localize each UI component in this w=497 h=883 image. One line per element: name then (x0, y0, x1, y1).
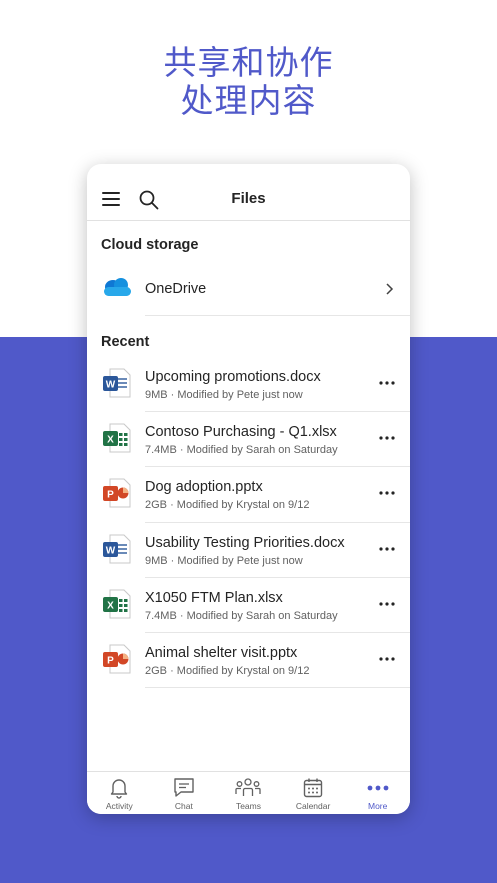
promo-headline: 共享和协作 处理内容 (0, 44, 497, 120)
file-meta: 7.4MB · Modified by Sarah on Saturday (145, 444, 338, 457)
file-meta: 2GB · Modified by Krystal on 9/12 (145, 664, 310, 677)
file-name: Animal shelter visit.pptx (145, 644, 298, 661)
svg-text:X: X (107, 435, 114, 446)
svg-text:W: W (106, 545, 116, 556)
file-meta: 2GB · Modified by Krystal on 9/12 (145, 499, 310, 512)
tab-teams[interactable]: Teams (216, 772, 281, 814)
phone-screen: Files Cloud storage OneDrive Recent W Up (87, 164, 410, 814)
more-icon (367, 785, 389, 791)
file-row[interactable]: X Contoso Purchasing - Q1.xlsx 7.4MB · M… (87, 412, 410, 468)
word-file-icon: W (103, 534, 131, 564)
file-meta: 9MB · Modified by Pete just now (145, 554, 303, 567)
cloud-storage-heading: Cloud storage (101, 237, 199, 253)
file-meta: 9MB · Modified by Pete just now (145, 389, 303, 401)
file-name: Upcoming promotions.docx (145, 369, 321, 385)
svg-text:X: X (107, 600, 114, 611)
file-row[interactable]: W Upcoming promotions.docx 9MB · Modifie… (87, 357, 410, 413)
tab-chat[interactable]: Chat (152, 772, 217, 814)
tab-label: Chat (174, 801, 193, 811)
file-row[interactable]: P Dog adoption.pptx 2GB · Modified by Kr… (87, 467, 410, 523)
chevron-right-icon (386, 283, 394, 295)
powerpoint-file-icon: P (103, 644, 131, 674)
chat-icon (174, 778, 194, 797)
divider (145, 315, 410, 316)
more-options-icon[interactable] (378, 375, 396, 391)
tab-more[interactable]: More (345, 772, 410, 814)
teams-icon (235, 778, 262, 796)
excel-file-icon: X (103, 589, 131, 619)
page-title: Files (231, 190, 266, 207)
recent-file-list: W Upcoming promotions.docx 9MB · Modifie… (87, 357, 410, 689)
promo-line-2: 处理内容 (180, 81, 317, 120)
more-options-icon[interactable] (378, 485, 396, 501)
app-bar: Files (87, 164, 410, 221)
file-name: Usability Testing Priorities.docx (145, 534, 345, 551)
tab-label: Teams (235, 801, 261, 811)
excel-file-icon: X (103, 423, 131, 453)
file-row[interactable]: W Usability Testing Priorities.docx 9MB … (87, 523, 410, 578)
word-file-icon: W (103, 368, 131, 398)
svg-text:W: W (106, 380, 116, 391)
file-meta: 7.4MB · Modified by Sarah on Saturday (145, 609, 338, 622)
svg-text:P: P (107, 655, 114, 666)
powerpoint-file-icon: P (103, 478, 131, 508)
more-options-icon[interactable] (378, 651, 396, 667)
more-options-icon[interactable] (378, 596, 396, 612)
more-options-icon[interactable] (378, 541, 396, 557)
tab-label: Calendar (295, 801, 331, 811)
bell-icon (111, 779, 128, 799)
tab-calendar[interactable]: Calendar (281, 772, 346, 814)
recent-heading: Recent (101, 334, 150, 350)
onedrive-icon (104, 278, 131, 296)
file-row[interactable]: P Animal shelter visit.pptx 2GB · Modifi… (87, 633, 410, 689)
svg-text:P: P (107, 490, 114, 501)
divider (145, 687, 410, 689)
file-name: Dog adoption.pptx (145, 479, 263, 496)
onedrive-row[interactable]: OneDrive (87, 264, 410, 316)
more-options-icon[interactable] (378, 430, 396, 446)
tab-label: More (367, 801, 388, 811)
file-row[interactable]: X X1050 FTM Plan.xlsx 7.4MB · Modified b… (87, 578, 410, 633)
bottom-tab-bar: Activity Chat Teams Calendar More (87, 771, 410, 814)
promo-line-1: 共享和协作 (163, 43, 334, 82)
calendar-icon (303, 778, 323, 798)
file-name: Contoso Purchasing - Q1.xlsx (145, 424, 337, 441)
tab-label: Activity (105, 801, 133, 811)
tab-activity[interactable]: Activity (87, 772, 152, 814)
file-name: X1050 FTM Plan.xlsx (145, 589, 283, 606)
onedrive-label: OneDrive (145, 281, 207, 297)
